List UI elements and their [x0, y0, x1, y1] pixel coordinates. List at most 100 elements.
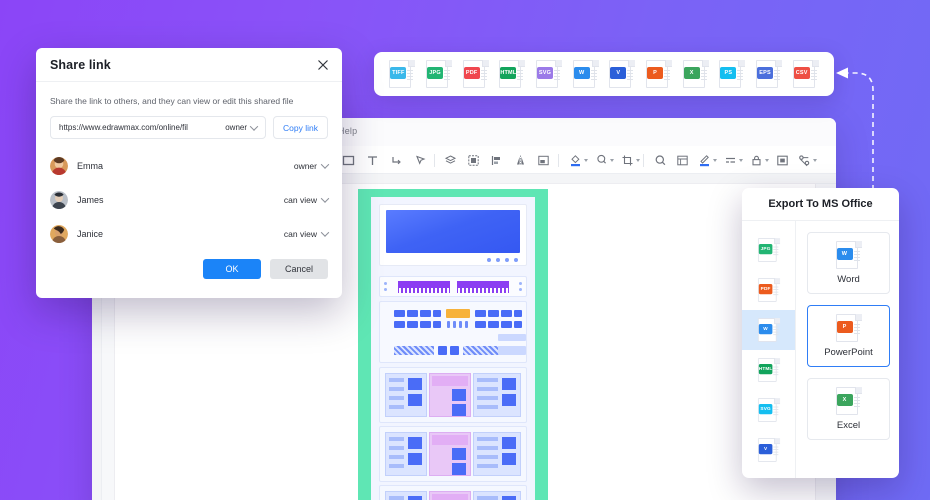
rack-server-unit-3 [379, 485, 527, 500]
copy-link-button[interactable]: Copy link [273, 116, 328, 139]
close-icon[interactable] [316, 58, 330, 72]
format-icon-visio[interactable]: V [604, 60, 641, 88]
format-icon-pdf[interactable]: PDF [457, 60, 494, 88]
rack-patch-panel-unit [379, 276, 527, 297]
format-icon-eps[interactable]: EPS [751, 60, 788, 88]
export-option-excel[interactable]: X Excel [807, 378, 890, 440]
format-badge-label: SVG [537, 67, 554, 79]
rack-server-unit-1 [379, 367, 527, 423]
person-role-dropdown[interactable]: can view [284, 194, 330, 205]
export-sidebar-item-html[interactable]: HTML [742, 350, 795, 390]
person-name: Emma [77, 161, 104, 171]
share-link-input[interactable]: https://www.edrawmax.com/online/fil owne… [50, 116, 267, 139]
format-icon-html[interactable]: HTML [494, 60, 531, 88]
layers-icon[interactable] [444, 151, 457, 169]
dialog-actions: OK Cancel [36, 251, 342, 279]
shadow-icon[interactable] [776, 151, 789, 169]
format-badge-label: V [758, 444, 772, 455]
person-role-dropdown[interactable]: owner [294, 160, 330, 171]
export-sidebar-item-pdf[interactable]: PDF [742, 270, 795, 310]
dialog-header: Share link [36, 48, 342, 82]
format-badge-label: W [836, 248, 853, 260]
pen-color-icon[interactable] [698, 151, 717, 169]
format-icon-powerpoint[interactable]: P [641, 60, 678, 88]
format-badge-label: X [836, 394, 853, 406]
format-badge-label: CSV [793, 67, 810, 79]
export-sidebar-item-svg[interactable]: SVG [742, 390, 795, 430]
person-role-label: can view [283, 229, 317, 239]
export-sidebar-item-word[interactable]: W [742, 310, 795, 350]
format-icon-jpg[interactable]: JPG [421, 60, 458, 88]
share-link-value: https://www.edrawmax.com/online/fil [59, 123, 188, 132]
export-sidebar-item-visio[interactable]: V [742, 430, 795, 470]
position-icon[interactable] [537, 151, 550, 169]
person-name: James [77, 195, 104, 205]
format-badge-label: P [647, 67, 664, 79]
rack-server-unit-2 [379, 426, 527, 482]
connector-tool-icon[interactable] [390, 151, 403, 169]
export-sidebar-item-jpg[interactable]: JPG [742, 230, 795, 270]
frame-icon[interactable] [676, 151, 689, 169]
person-role-dropdown[interactable]: can view [283, 228, 330, 239]
rack-frame-left [358, 189, 371, 500]
rectangle-shape-icon[interactable] [342, 151, 355, 169]
format-badge-label: W [758, 324, 772, 335]
crop-icon[interactable] [621, 151, 640, 169]
pointer-tool-icon[interactable] [414, 151, 427, 169]
server-rack-diagram[interactable] [358, 184, 548, 500]
settings-icon[interactable] [798, 151, 817, 169]
ok-button[interactable]: OK [203, 259, 261, 279]
format-badge-label: HTML [758, 364, 772, 375]
app-screenshot: Help TIFF JPG PDF HTML SVG W V P X PS EP… [0, 0, 930, 500]
format-badge-label: W [573, 67, 590, 79]
link-permission-dropdown[interactable]: owner [225, 121, 259, 132]
chevron-down-icon [249, 121, 259, 131]
chevron-down-icon [320, 228, 330, 237]
avatar [50, 225, 68, 243]
align-left-icon[interactable] [490, 151, 503, 169]
group-icon[interactable] [467, 151, 480, 169]
format-icon-svg[interactable]: SVG [531, 60, 568, 88]
rack-frame-right [535, 189, 548, 500]
lock-icon[interactable] [750, 151, 769, 169]
format-badge-label: V [610, 67, 627, 79]
export-panel-body: JPG PDF W HTML SVG V W Word P PowerPoint… [742, 221, 899, 478]
rack-monitor-unit [379, 204, 527, 266]
format-badge-label: TIFF [390, 67, 407, 79]
export-panel-title: Export To MS Office [742, 188, 899, 221]
dialog-description: Share the link to others, and they can v… [50, 96, 294, 106]
chevron-down-icon [320, 160, 330, 169]
chevron-down-icon [320, 194, 330, 203]
format-icon-excel[interactable]: X [677, 60, 714, 88]
export-to-ms-office-panel: Export To MS Office JPG PDF W HTML SVG V… [742, 188, 899, 478]
format-badge-label: SVG [758, 404, 772, 415]
rack-switch-unit [379, 301, 527, 363]
flip-icon[interactable] [514, 151, 527, 169]
cancel-button[interactable]: Cancel [270, 259, 328, 279]
format-badge-label: X [683, 67, 700, 79]
fill-color-icon[interactable] [569, 151, 588, 169]
line-color-icon[interactable] [595, 151, 614, 169]
format-icon-csv[interactable]: CSV [787, 60, 824, 88]
format-icon-ps[interactable]: PS [714, 60, 751, 88]
format-badge-label: PDF [463, 67, 480, 79]
format-badge-label: PDF [758, 284, 772, 295]
export-option-powerpoint[interactable]: P PowerPoint [807, 305, 890, 367]
avatar [50, 191, 68, 209]
list-item[interactable]: Emma owner [50, 149, 330, 183]
format-badge-label: P [836, 321, 853, 333]
zoom-icon[interactable] [654, 151, 667, 169]
list-item[interactable]: James can view [50, 183, 330, 217]
format-icon-tiff[interactable]: TIFF [384, 60, 421, 88]
list-item[interactable]: Janice can view [50, 217, 330, 251]
text-tool-icon[interactable] [366, 151, 379, 169]
format-badge-label: EPS [757, 67, 774, 79]
export-option-label: PowerPoint [824, 347, 873, 358]
export-format-bar: TIFF JPG PDF HTML SVG W V P X PS EPS CSV [374, 52, 834, 96]
format-badge-label: JPG [758, 244, 772, 255]
export-format-sidebar: JPG PDF W HTML SVG V [742, 221, 796, 478]
format-icon-word[interactable]: W [567, 60, 604, 88]
export-option-word[interactable]: W Word [807, 232, 890, 294]
line-style-icon[interactable] [724, 151, 743, 169]
link-permission-label: owner [225, 123, 248, 132]
